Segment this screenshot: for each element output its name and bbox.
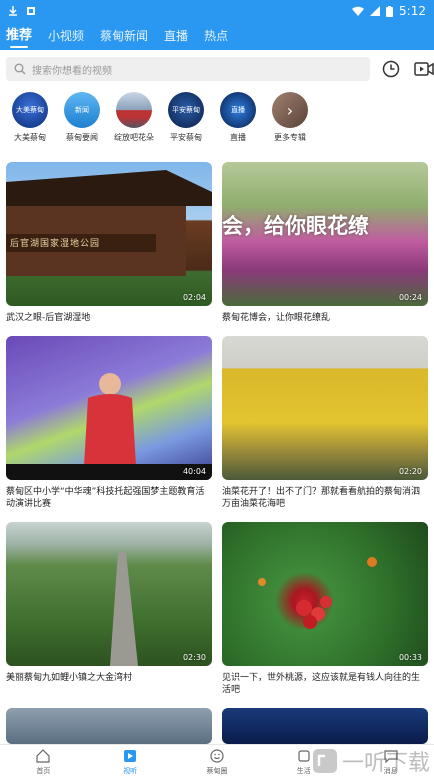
watermark-text: 一听下载 bbox=[341, 751, 430, 776]
channel-safe-caidian[interactable]: 平安蔡甸 平安蔡甸 bbox=[160, 92, 212, 148]
video-thumbnail[interactable]: 40:04 bbox=[6, 336, 212, 480]
chevron-right-icon: › bbox=[272, 92, 308, 128]
history-clock-icon[interactable] bbox=[382, 60, 400, 78]
tab-live[interactable]: 直播 bbox=[164, 22, 188, 50]
channel-bloom-icon bbox=[116, 92, 152, 128]
status-time: 5:12 bbox=[399, 4, 426, 18]
channel-label: 绽放吧花朵 bbox=[114, 133, 154, 142]
bottom-nav-label: 蔡甸圈 bbox=[206, 766, 228, 775]
thumbnail-overlay-text: 会，给你眼花缭 bbox=[222, 214, 369, 238]
channel-label: 大美蔡甸 bbox=[14, 133, 46, 142]
video-title: 蔡甸区中小学“中华魂”科技托起强国梦主题教育活动演讲比赛 bbox=[6, 487, 205, 509]
road-illustration bbox=[110, 552, 138, 666]
video-duration: 02:20 bbox=[398, 467, 422, 476]
watermark-logo-icon bbox=[312, 749, 337, 773]
video-card[interactable]: 40:04 蔡甸区中小学“中华魂”科技托起强国梦主题教育活动演讲比赛 bbox=[6, 336, 212, 510]
video-card[interactable]: 会，给你眼花缭 00:24 蔡甸花博会，让你眼花缭乱 bbox=[222, 162, 428, 324]
video-card[interactable] bbox=[6, 708, 212, 744]
tab-recommend[interactable]: 推荐 bbox=[6, 22, 32, 50]
tab-short-video[interactable]: 小视频 bbox=[48, 22, 84, 50]
bottom-nav-audiovisual[interactable]: 视听 bbox=[87, 745, 174, 779]
channel-label: 更多专辑 bbox=[274, 133, 306, 142]
status-left-icons bbox=[8, 6, 36, 16]
video-duration: 40:04 bbox=[182, 467, 206, 476]
play-icon bbox=[124, 749, 137, 762]
video-thumbnail[interactable]: 会，给你眼花缭 00:24 bbox=[222, 162, 428, 306]
search-input[interactable]: 搜索你想看的视频 bbox=[6, 57, 370, 81]
video-thumbnail[interactable]: 02:20 bbox=[222, 336, 428, 480]
video-duration: 02:04 bbox=[182, 293, 206, 302]
wifi-icon bbox=[352, 6, 365, 16]
bottom-nav-label: 视听 bbox=[123, 766, 138, 775]
video-card[interactable] bbox=[222, 708, 428, 744]
speaker-illustration bbox=[6, 373, 212, 480]
channel-icon-text: 直播 bbox=[231, 106, 245, 114]
bottom-nav-label: 首页 bbox=[36, 766, 51, 775]
video-title: 油菜花开了！出不了门？那就看看航拍的蔡甸消泗万亩油菜花海吧 bbox=[222, 487, 421, 509]
bottom-nav-label: 生活 bbox=[296, 766, 311, 775]
video-thumbnail[interactable]: 00:33 bbox=[222, 522, 428, 666]
channel-icon-text: 新闻 bbox=[75, 106, 89, 114]
channel-label: 直播 bbox=[230, 133, 246, 142]
video-duration: 00:24 bbox=[398, 293, 422, 302]
search-icon bbox=[14, 63, 26, 75]
smile-icon bbox=[210, 748, 224, 763]
signal-icon bbox=[370, 6, 381, 16]
video-thumbnail[interactable] bbox=[222, 708, 428, 744]
video-title: 武汉之眼-后官湖湿地 bbox=[6, 313, 91, 323]
top-tabs: 推荐 小视频 蔡甸新闻 直播 热点 bbox=[0, 22, 434, 50]
channel-live-icon: 直播 bbox=[220, 92, 256, 128]
channel-damei-caidian[interactable]: 大美蔡甸 大美蔡甸 bbox=[4, 92, 56, 148]
channel-damei-icon: 大美蔡甸 bbox=[12, 92, 48, 128]
channel-icon-text: 大美蔡甸 bbox=[16, 106, 44, 114]
video-duration: 02:30 bbox=[182, 653, 206, 662]
video-duration: 00:33 bbox=[398, 653, 422, 662]
search-row: 搜索你想看的视频 bbox=[0, 54, 434, 84]
status-bar: 5:12 bbox=[0, 0, 434, 22]
watermark: 一听下载 bbox=[312, 745, 430, 777]
search-actions bbox=[382, 60, 434, 78]
channel-label: 蔡甸要闻 bbox=[66, 133, 98, 142]
video-card[interactable]: 02:30 美丽蔡甸九如鲤小镇之大金湾村 bbox=[6, 522, 212, 684]
channel-safe-icon: 平安蔡甸 bbox=[168, 92, 204, 128]
channel-more-albums[interactable]: › 更多专辑 bbox=[264, 92, 316, 148]
video-title: 蔡甸花博会，让你眼花缭乱 bbox=[222, 313, 331, 323]
status-right: 5:12 bbox=[352, 4, 426, 18]
video-thumbnail[interactable]: 后官湖国家湿地公园 02:04 bbox=[6, 162, 212, 306]
video-card[interactable]: 00:33 见识一下，世外桃源，这应该就是有钱人向往的生活吧 bbox=[222, 522, 428, 696]
channel-caidian-news[interactable]: 新闻 蔡甸要闻 bbox=[56, 92, 108, 148]
channel-row: 大美蔡甸 大美蔡甸 新闻 蔡甸要闻 绽放吧花朵 平安蔡甸 平安蔡甸 直播 直播 … bbox=[0, 92, 434, 148]
channel-icon-text: 平安蔡甸 bbox=[172, 106, 200, 114]
channel-label: 平安蔡甸 bbox=[170, 133, 202, 142]
bottom-nav-circle[interactable]: 蔡甸圈 bbox=[174, 745, 261, 779]
home-icon bbox=[36, 748, 50, 763]
video-title: 见识一下，世外桃源，这应该就是有钱人向往的生活吧 bbox=[222, 673, 421, 695]
channel-icon-text: › bbox=[286, 100, 294, 120]
video-camera-icon[interactable] bbox=[414, 61, 434, 77]
battery-icon bbox=[386, 5, 394, 17]
tab-hot[interactable]: 热点 bbox=[204, 22, 228, 50]
tab-caidian-news[interactable]: 蔡甸新闻 bbox=[100, 22, 148, 50]
video-thumbnail[interactable]: 02:30 bbox=[6, 522, 212, 666]
video-card[interactable]: 02:20 油菜花开了！出不了门？那就看看航拍的蔡甸消泗万亩油菜花海吧 bbox=[222, 336, 428, 510]
channel-bloom[interactable]: 绽放吧花朵 bbox=[108, 92, 160, 148]
download-icon bbox=[9, 6, 17, 16]
channel-news-icon: 新闻 bbox=[64, 92, 100, 128]
video-title: 美丽蔡甸九如鲤小镇之大金湾村 bbox=[6, 673, 133, 683]
thumbnail-overlay-text: 后官湖国家湿地公园 bbox=[10, 239, 101, 249]
life-icon bbox=[298, 749, 310, 762]
gate-illustration bbox=[6, 170, 212, 276]
berries-illustration bbox=[258, 557, 377, 629]
search-placeholder: 搜索你想看的视频 bbox=[32, 65, 112, 77]
notification-icon bbox=[27, 7, 35, 15]
video-thumbnail[interactable] bbox=[6, 708, 212, 744]
bottom-nav-home[interactable]: 首页 bbox=[0, 745, 87, 779]
channel-live[interactable]: 直播 直播 bbox=[212, 92, 264, 148]
video-card[interactable]: 后官湖国家湿地公园 02:04 武汉之眼-后官湖湿地 bbox=[6, 162, 212, 324]
